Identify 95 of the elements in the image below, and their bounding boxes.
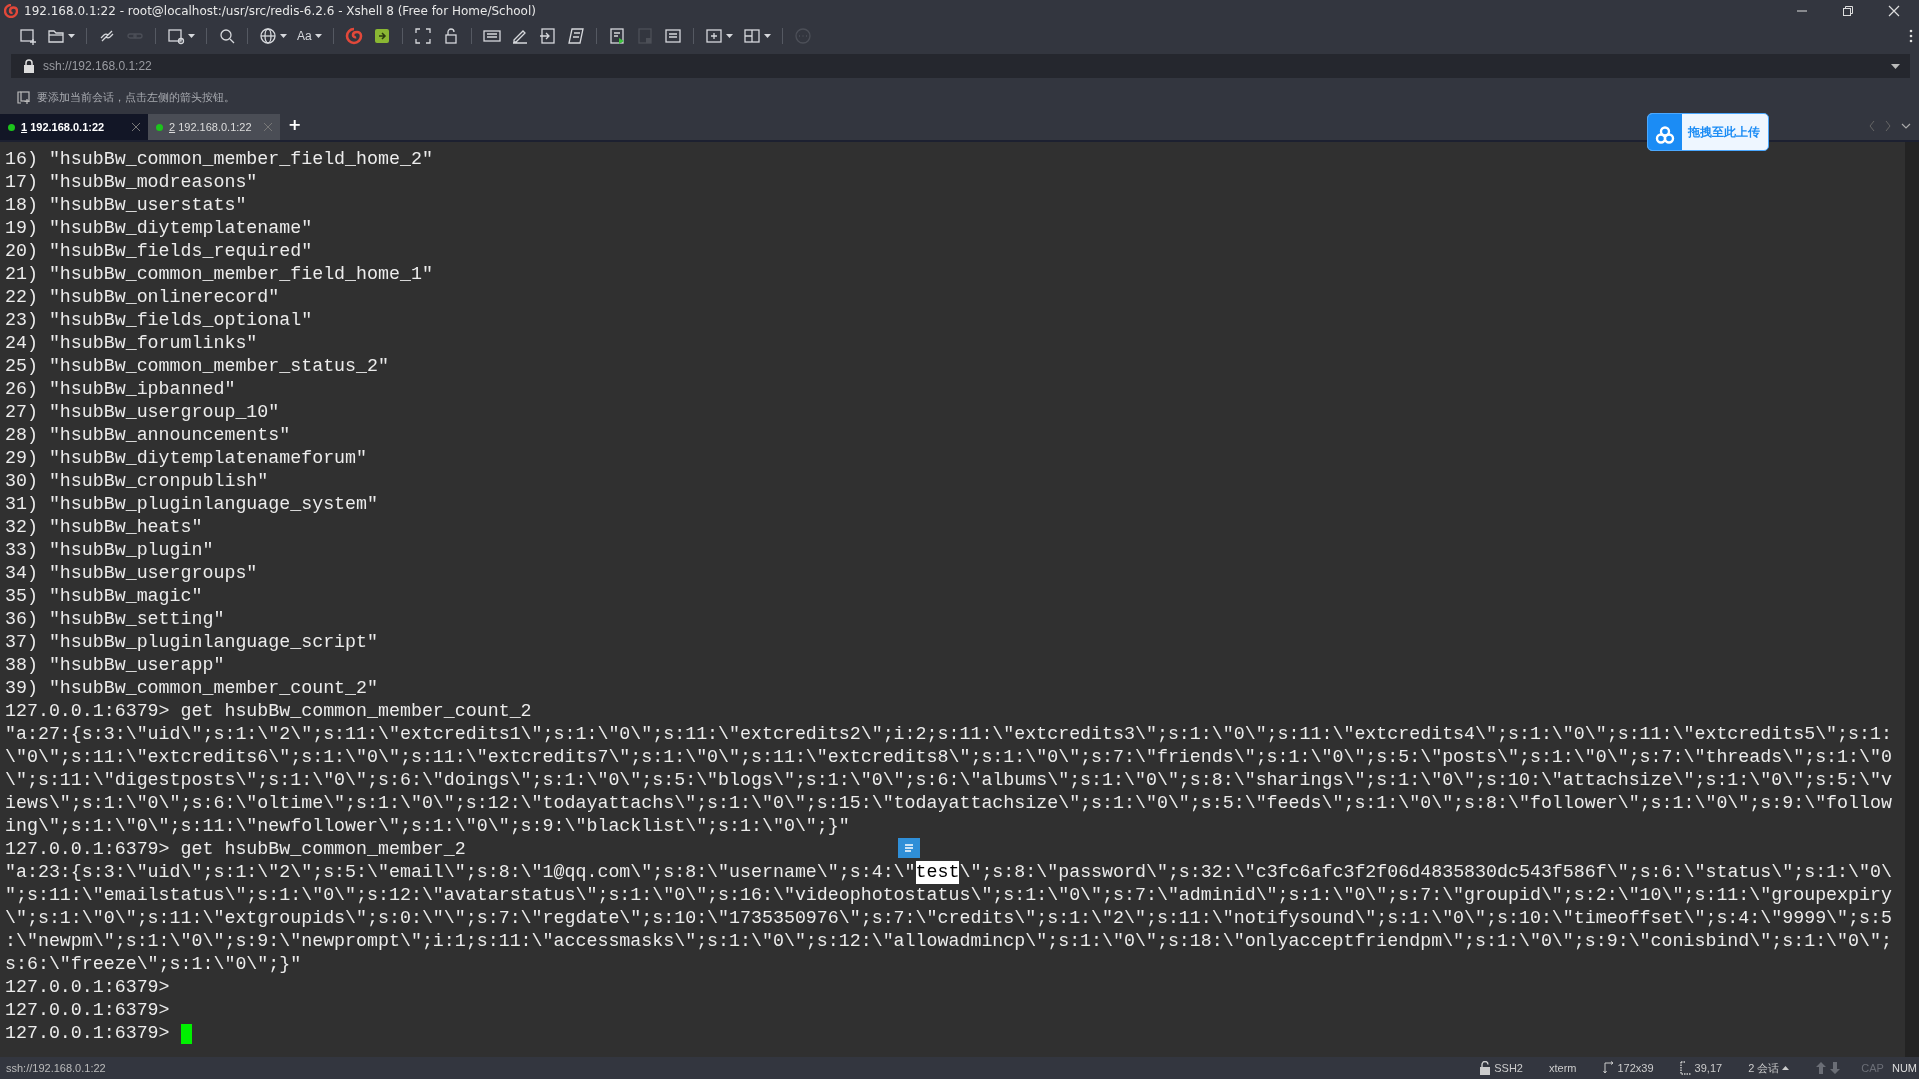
globe-icon [259,27,277,45]
status-text: SSH2 [1494,1062,1523,1074]
chevron-down-icon[interactable] [1901,123,1911,129]
caret-icon [68,34,75,38]
status-text: 2 会话 [1748,1060,1780,1076]
terminal-line: ";s:11:\"emailstatus\";s:1:\"0\";s:12:\"avatarstatus\";s:1:\"0\";s:16:\"videophotostatus\";s:1:\"0\";s:7:\"adminid\";s:1:\"0\";s:7:\"groupid\";s:2:\"10\";s:11:\"groupexpiry [5,884,1892,907]
window-title: 192.168.0.1:22 - root@localhost:/usr/src/redis-6.2.6 - Xshell 8 (Free for Home/School) [24,4,537,18]
new-tab-button[interactable]: + [280,114,310,138]
plus-box-icon [704,27,723,45]
terminal-line: 23) "hsubBw_fields_optional" [5,309,313,332]
terminal-text: "a:23:{s:3:\"uid\";s:1:\"2\";s:5:\"email\";s:8:\"1@qq.com\";s:8:\"username\";s:4:\" [5,861,916,884]
key-indicator: CAP [1861,1062,1884,1074]
terminal-line: 127.0.0.1:6379> [5,976,170,999]
status-text: xterm [1549,1062,1577,1074]
status-text: 172x39 [1617,1062,1654,1074]
session-tab[interactable]: 1 192.168.0.1:22 [0,114,148,140]
lock-icon [23,59,35,73]
terminal-line: "a:27:{s:3:\"uid\";s:1:\"2\";s:11:\"extcredits1\";s:1:\"0\";s:11:\"extcredits2\";i:2;s:11:\"extcredits3\";s:1:\"0\";s:11:\"extcredits4\";s:1:\"0\";s:11:\"extcredits5\";s:1: [5,723,1892,746]
app-logo-icon [4,4,18,18]
terminal-line: 25) "hsubBw_common_member_status_2" [5,355,389,378]
document-icon [635,27,654,45]
terminal-line: \"0\";s:11:\"extcredits6\";s:1:\"0\";s:11:\"extcredits7\";s:1:\"0\";s:11:\"extcredits8\";s:1:\"0\";s:7:\"friends\";s:1:\"0\";s:5:\"posts\";s:1:\"0\";s:7:\"threads\";s:1:\"0 [5,746,1892,769]
terminal-line: 17) "hsubBw_modreasons" [5,171,258,194]
caret-icon[interactable] [1782,1066,1790,1070]
tab-label[interactable]: 1 192.168.0.1:22 [21,121,126,133]
lock-icon [1479,1061,1492,1075]
terminal-line: iews\";s:1:\"0\";s:6:\"oltime\";s:1:\"0\";s:12:\"todayattachs\";s:1:\"0\";s:15:\"todayattachsize\";s:1:\"0\";s:5:\"feeds\";s:1:\"0\";s:8:\"follower\";s:1:\"0\";s:9:\"follow [5,792,1892,815]
terminal-line: 27) "hsubBw_usergroup_10" [5,401,280,424]
toolbar-button[interactable]: Aa [294,29,325,43]
terminal-line: 21) "hsubBw_common_member_field_home_1" [5,263,433,286]
window-gear-icon [167,27,185,45]
keyboard-icon [482,27,501,45]
terminal-line: 38) "hsubBw_userapp" [5,654,225,677]
address-field[interactable]: ssh://192.168.0.1:22 [11,54,1910,78]
terminal-line: 32) "hsubBw_heats" [5,516,203,539]
search-icon [218,27,236,45]
caret-icon [280,34,287,38]
chat-icon [793,27,812,45]
layout-icon [742,27,761,45]
fullscreen-icon [413,27,432,45]
caret-icon [725,34,733,38]
arrow-in-icon [538,27,557,45]
arrow-square-icon [372,27,391,45]
terminal-text: \";s:8:\"password\";s:32:\"c3fc6afc3f2f06d4835830dc543f586f\";s:6:\"status\";s:1:\"0\ [959,861,1892,884]
key-indicator: NUM [1891,1062,1917,1074]
terminal-line: 16) "hsubBw_common_member_field_home_2" [5,148,433,171]
caret-icon[interactable] [1891,63,1900,69]
terminal-line: \";s:11:\"digestposts\";s:1:\"0\";s:6:\"doings\";s:1:\"0\";s:5:\"blogs\";s:1:\"0\";s:6:\"albums\";s:1:\"0\";s:8:\"sharings\";s:1:\"0\";s:10:\"attachsize\";s:1:\"0\";s:5:\"v [5,769,1892,792]
terminal-line: 39) "hsubBw_common_member_count_2" [5,677,378,700]
terminal-line: 22) "hsubBw_onlinerecord" [5,286,280,309]
document-play-icon [607,27,626,45]
list-icon [663,27,682,45]
terminal-line: 24) "hsubBw_forumlinks" [5,332,258,355]
terminal-line: 28) "hsubBw_announcements" [5,424,291,447]
tab-label[interactable]: 2 192.168.0.1:22 [169,121,258,133]
note-icon[interactable] [897,838,920,858]
scrollbar[interactable] [1905,142,1919,1057]
terminal-line: \";s:1:\"0\";s:11:\"extgroupids\";s:0:\"\";s:7:\"regdate\";s:10:\"1735350976\";s:7:\"credits\";s:1:\"2\";s:11:\"notifysound\";s:1:\"0\";s:10:\"timeoffset\";s:4:\"9999\";s:5 [5,907,1892,930]
more-icon[interactable] [1909,29,1913,43]
caret-icon [188,34,195,38]
terminal-line: 18) "hsubBw_userstats" [5,194,247,217]
new-session-icon [19,27,37,45]
restore-icon[interactable] [1841,4,1855,18]
hint-text: 要添加当前会话，点击左侧的箭头按钮。 [37,89,235,105]
terminal-line: 127.0.0.1:6379> [5,999,170,1022]
terminal-line: 37) "hsubBw_pluginlanguage_script" [5,631,378,654]
terminal-line: 33) "hsubBw_plugin" [5,539,214,562]
add-session-icon[interactable] [17,90,31,104]
folder-icon [47,27,65,45]
terminal-line: 34) "hsubBw_usergroups" [5,562,258,585]
terminal-line: 31) "hsubBw_pluginlanguage_system" [5,493,378,516]
session-tab[interactable]: 2 192.168.0.1:22 [148,114,280,140]
terminal-line: ing\";s:1:\"0\";s:11:\"newfollower\";s:1:\"0\";s:9:\"blacklist\";s:1:\"0\";}" [5,815,850,838]
cursor-position-icon [1679,1061,1692,1075]
terminal-line: :\"newpm\";s:1:\"0\";s:9:\"newprompt\";i:1;s:11:\"accessmasks\";s:1:\"0\";s:12:\"allowadmincp\";s:1:\"0\";s:18:\"onlyacceptfriendpm\";s:1:\"0\";s:9:\"conisbind\";s:1:\"0\"; [5,930,1892,953]
terminal-line: 30) "hsubBw_cronpublish" [5,470,269,493]
cloud-icon [1648,114,1682,150]
terminal-line: 127.0.0.1:6379> [5,1022,171,1045]
terminal-line: 35) "hsubBw_magic" [5,585,203,608]
terminal-line: 20) "hsubBw_fields_required" [5,240,313,263]
terminal-line: 127.0.0.1:6379> get hsubBw_common_member_2 [5,838,466,861]
caret-icon [314,34,322,38]
terminal-line: 26) "hsubBw_ipbanned" [5,378,236,401]
terminal-line: 127.0.0.1:6379> get hsubBw_common_member_count_2 [5,700,532,723]
caret-icon [763,34,771,38]
terminal-line: 19) "hsubBw_diytemplatename" [5,217,313,240]
swirl-icon [344,27,363,45]
terminal-line: s:6:\"freeze\";s:1:\"0\";}" [5,953,302,976]
status-text: 39,17 [1694,1062,1723,1074]
resize-icon [1602,1061,1615,1075]
close-icon[interactable] [132,123,140,131]
script-icon [566,27,585,45]
status-address: ssh://192.168.0.1:22 [6,1062,106,1074]
terminal-line: 36) "hsubBw_setting" [5,608,225,631]
terminal-line: 29) "hsubBw_diytemplatenameforum" [5,447,368,470]
